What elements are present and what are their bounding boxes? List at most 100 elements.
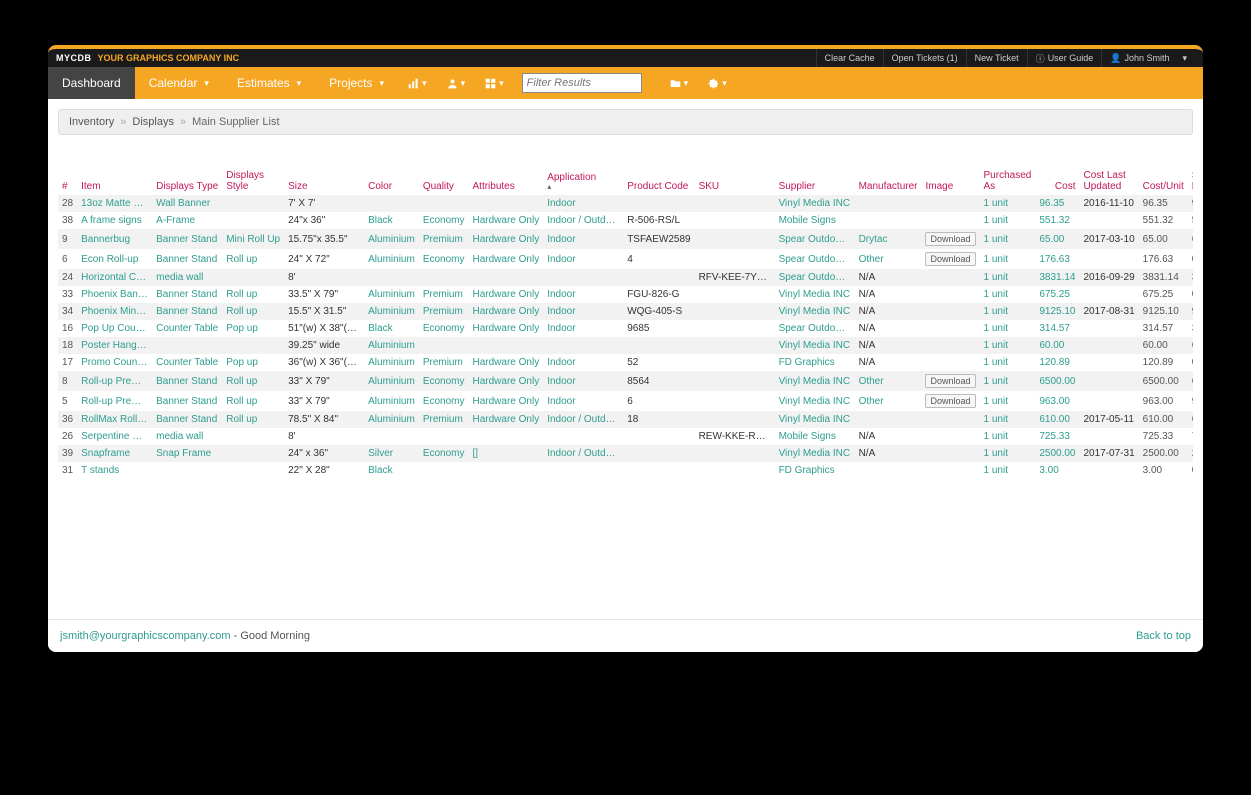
cell-item-link[interactable]: Roll-up Premiu... — [77, 371, 152, 391]
cell-color-link[interactable]: Black — [364, 320, 419, 337]
col-manufacturer[interactable]: Manufacturer — [855, 145, 922, 195]
cell-type-link[interactable]: Banner Stand — [152, 371, 222, 391]
cell-app-link[interactable]: Indoor — [543, 391, 623, 411]
cell-style-link[interactable] — [222, 428, 284, 445]
cell-quality-link[interactable]: Premium — [419, 229, 469, 249]
download-button[interactable]: Download — [925, 374, 975, 388]
cell-item-link[interactable]: RollMax Rollup — [77, 411, 152, 428]
col-cost-last-updated[interactable]: Cost Last Updated — [1079, 145, 1138, 195]
nav-reports-icon[interactable] — [398, 67, 437, 99]
cell-pas-link[interactable]: 1 unit — [980, 303, 1036, 320]
cell-color-link[interactable]: Aluminium — [364, 371, 419, 391]
cell-supplier-link[interactable]: Vinyl Media INC — [775, 371, 855, 391]
cell-color-link[interactable]: Black — [364, 212, 419, 229]
cell-color-link[interactable]: Aluminium — [364, 354, 419, 371]
cell-style-link[interactable] — [222, 445, 284, 462]
cell-attr-link[interactable]: Hardware Only — [469, 371, 544, 391]
cell-style-link[interactable] — [222, 462, 284, 479]
cell-supplier-link[interactable]: Vinyl Media INC — [775, 337, 855, 354]
cell-supplier-link[interactable]: FD Graphics — [775, 462, 855, 479]
cell-quality-link[interactable] — [419, 462, 469, 479]
cell-pas-link[interactable]: 1 unit — [980, 411, 1036, 428]
cell-app-link[interactable]: Indoor / Outdoor — [543, 411, 623, 428]
cell-supplier-link[interactable]: Vinyl Media INC — [775, 303, 855, 320]
cell-attr-link[interactable] — [469, 269, 544, 286]
cell-quality-link[interactable]: Premium — [419, 286, 469, 303]
cell-item-link[interactable]: Bannerbug — [77, 229, 152, 249]
cell-supplier-link[interactable]: Spear Outdour... — [775, 229, 855, 249]
cell-supplier-link[interactable]: FD Graphics — [775, 354, 855, 371]
cell-mfr-link[interactable]: Drytac — [855, 229, 922, 249]
col-item[interactable]: Item — [77, 145, 152, 195]
cell-style-link[interactable]: Roll up — [222, 391, 284, 411]
cell-pas-link[interactable]: 1 unit — [980, 320, 1036, 337]
download-button[interactable]: Download — [925, 232, 975, 246]
col-color[interactable]: Color — [364, 145, 419, 195]
cell-mfr-link[interactable]: Other — [855, 249, 922, 269]
cell-app-link[interactable]: Indoor / Outdoor — [543, 445, 623, 462]
cell-style-link[interactable]: Roll up — [222, 371, 284, 391]
cell-quality-link[interactable] — [419, 269, 469, 286]
cell-app-link[interactable]: Indoor — [543, 320, 623, 337]
cell-type-link[interactable]: media wall — [152, 269, 222, 286]
cell-item-link[interactable]: Horizontal Cur... — [77, 269, 152, 286]
cell-type-link[interactable]: Snap Frame — [152, 445, 222, 462]
cell-style-link[interactable] — [222, 212, 284, 229]
cell-pas-link[interactable]: 1 unit — [980, 371, 1036, 391]
cell-attr-link[interactable]: Hardware Only — [469, 212, 544, 229]
cell-style-link[interactable]: Pop up — [222, 354, 284, 371]
cell-attr-link[interactable]: Hardware Only — [469, 229, 544, 249]
col-style[interactable]: Displays Style — [222, 145, 284, 195]
cell-type-link[interactable]: Banner Stand — [152, 229, 222, 249]
col-product-code[interactable]: Product Code — [623, 145, 694, 195]
nav-folder-icon[interactable] — [660, 67, 699, 99]
cell-attr-link[interactable]: Hardware Only — [469, 303, 544, 320]
cell-attr-link[interactable] — [469, 462, 544, 479]
cell-mfr-link[interactable]: Other — [855, 371, 922, 391]
cell-attr-link[interactable]: Hardware Only — [469, 411, 544, 428]
breadcrumb-displays[interactable]: Displays — [132, 116, 174, 128]
cell-quality-link[interactable]: Economy — [419, 391, 469, 411]
cell-app-link[interactable]: Indoor — [543, 286, 623, 303]
cell-pas-link[interactable]: 1 unit — [980, 445, 1036, 462]
cell-pas-link[interactable]: 1 unit — [980, 229, 1036, 249]
nav-estimates[interactable]: Estimates — [223, 67, 315, 99]
col-cost[interactable]: Cost — [1035, 145, 1079, 195]
cell-attr-link[interactable]: [] — [469, 445, 544, 462]
cell-item-link[interactable]: Phoenix Banne... — [77, 286, 152, 303]
cell-pas-link[interactable]: 1 unit — [980, 249, 1036, 269]
cell-pas-link[interactable]: 1 unit — [980, 391, 1036, 411]
cell-quality-link[interactable]: Premium — [419, 354, 469, 371]
download-button[interactable]: Download — [925, 252, 975, 266]
cell-style-link[interactable] — [222, 337, 284, 354]
col-image[interactable]: Image — [921, 145, 979, 195]
nav-grid-icon[interactable] — [475, 67, 514, 99]
cell-quality-link[interactable] — [419, 337, 469, 354]
cell-color-link[interactable]: Silver — [364, 445, 419, 462]
cell-type-link[interactable]: Banner Stand — [152, 303, 222, 320]
cell-pas-link[interactable]: 1 unit — [980, 337, 1036, 354]
cell-pas-link[interactable]: 1 unit — [980, 354, 1036, 371]
cell-style-link[interactable]: Roll up — [222, 411, 284, 428]
cell-app-link[interactable]: Indoor / Outdoor — [543, 212, 623, 229]
cell-attr-link[interactable]: Hardware Only — [469, 249, 544, 269]
cell-pas-link[interactable]: 1 unit — [980, 286, 1036, 303]
cell-mfr-link[interactable]: Other — [855, 391, 922, 411]
cell-app-link[interactable]: Indoor — [543, 195, 623, 212]
cell-pas-link[interactable]: 1 unit — [980, 462, 1036, 479]
nav-calendar[interactable]: Calendar — [135, 67, 223, 99]
cell-app-link[interactable]: Indoor — [543, 303, 623, 320]
cell-type-link[interactable]: Banner Stand — [152, 249, 222, 269]
col-num[interactable]: # — [58, 145, 77, 195]
cell-color-link[interactable]: Aluminium — [364, 286, 419, 303]
col-size[interactable]: Size — [284, 145, 364, 195]
cell-supplier-link[interactable]: Mobile Signs — [775, 212, 855, 229]
cell-type-link[interactable]: Counter Table — [152, 320, 222, 337]
cell-item-link[interactable]: Phoenix Mini B... — [77, 303, 152, 320]
cell-item-link[interactable]: 13oz Matte Vin... — [77, 195, 152, 212]
cell-style-link[interactable]: Roll up — [222, 249, 284, 269]
cell-color-link[interactable] — [364, 195, 419, 212]
cell-attr-link[interactable] — [469, 195, 544, 212]
cell-app-link[interactable]: Indoor — [543, 354, 623, 371]
new-ticket-link[interactable]: New Ticket — [966, 49, 1027, 67]
